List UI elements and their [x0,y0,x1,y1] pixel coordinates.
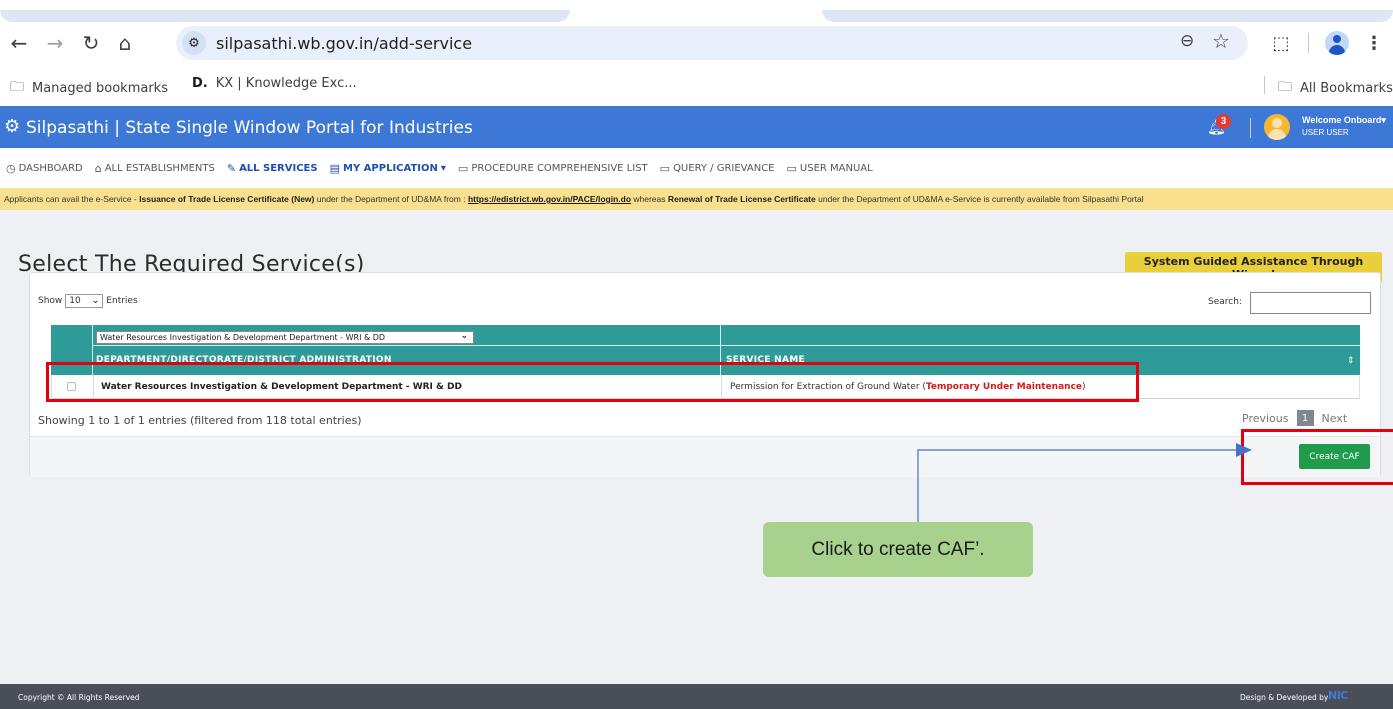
pagination-previous[interactable]: Previous [1242,412,1289,425]
highlight-box-row [46,362,1139,402]
notice-bold: Renewal of Trade License Certificate [667,194,816,204]
kx-favicon: D. [192,76,208,91]
building-icon: ⌂ [94,161,102,175]
menu-dashboard-label: DASHBOARD [18,162,83,174]
main-menu: ◷ DASHBOARD ⌂ ALL ESTABLISHMENTS ✎ ALL SERV… [0,148,1393,188]
notice-text: under the Department of UD&MA from : [314,194,468,204]
menu-my-application-label: MY APPLICATION [343,162,438,174]
search-input[interactable] [1250,292,1371,314]
notice-text: Applicants can avail the e-Service - [4,194,140,204]
site-footer: Copyright © All Rights Reserved Design &… [0,684,1393,709]
notice-banner: Applicants can avail the e-Service - Iss… [0,188,1393,210]
bookmarks-divider [1264,76,1265,94]
caret-down-icon: ▾ [440,162,446,174]
browser-tab-left[interactable] [0,10,570,22]
extensions-icon[interactable]: ⬚ [1266,28,1296,58]
sort-icon[interactable]: ⇕ [1347,355,1355,366]
callout-note: Click to create CAF’. [763,522,1033,577]
menu-dashboard[interactable]: ◷ DASHBOARD [6,162,83,175]
toolbar-divider [1307,33,1309,53]
reload-icon[interactable]: ↻ [76,28,106,58]
user-name: USER USER [1302,128,1349,137]
pagination-page-1[interactable]: 1 [1296,410,1314,426]
profile-icon [1325,31,1349,55]
search-label: Search: [1208,297,1242,307]
forward-arrow-icon[interactable]: → [40,28,70,58]
list-icon: ▭ [786,161,797,175]
wrench-icon: ✎ [226,161,237,175]
page-size-select[interactable]: 10 ⌄ [65,294,104,308]
browser-tabstrip [0,0,1393,22]
bookmarks-bar: 🗀 Managed bookmarks D. KX | Knowledge Ex… [0,64,1393,104]
address-url[interactable]: silpasathi.wb.gov.in/add-service [216,34,472,53]
menu-all-establishments-label: ALL ESTABLISHMENTS [104,162,215,174]
notification-bell[interactable]: 🔔︎ 3 [1207,114,1237,140]
welcome-text: Welcome Onboard [1302,115,1382,125]
header-row-divider [92,345,1360,346]
folder-icon: 🗀 [1278,79,1292,95]
menu-all-services[interactable]: ✎ ALL SERVICES [227,162,318,175]
footer-copyright: Copyright © All Rights Reserved [18,693,140,702]
menu-all-services-label: ALL SERVICES [239,162,318,174]
bookmark-kx[interactable]: D. KX | Knowledge Exc... [192,76,357,91]
kebab-menu-icon[interactable]: ⋮ [1362,28,1386,58]
department-filter-value: Water Resources Investigation & Developm… [100,333,386,342]
pagination: Previous 1 Next [1242,410,1347,426]
page-root: ← → ↻ ⌂ ⚙ silpasathi.wb.gov.in/add-servi… [0,0,1393,709]
bookmark-managed-label: Managed bookmarks [32,80,168,96]
menu-query-grievance[interactable]: ▭ QUERY / GRIEVANCE [660,162,775,175]
home-icon[interactable]: ⌂ [110,28,140,58]
address-bar[interactable]: ⚙ silpasathi.wb.gov.in/add-service ⊖ ☆ [176,26,1248,60]
menu-procedure-list-label: PROCEDURE COMPREHENSIVE LIST [471,162,648,174]
back-arrow-icon[interactable]: ← [4,28,34,58]
menu-query-grievance-label: QUERY / GRIEVANCE [673,162,775,174]
site-header: ⚙ Silpasathi | State Single Window Porta… [0,106,1393,148]
dashboard-icon: ◷ [6,161,16,175]
notice-bold: Issuance of Trade License Certificate (N… [139,194,315,204]
silpasathi-logo-icon[interactable]: ⚙ [4,116,20,137]
notice-link[interactable]: https://edistrict.wb.gov.in/PACE/login.d… [468,194,631,204]
caret-down-icon: ▾ [1381,115,1386,125]
menu-user-manual[interactable]: ▭ USER MANUAL [787,162,873,175]
list-icon: ▭ [659,161,671,175]
menu-user-manual-label: USER MANUAL [799,162,873,174]
list-icon: ▭ [457,161,469,175]
chevron-down-icon: ⌄ [460,331,468,341]
department-filter-select[interactable]: Water Resources Investigation & Developm… [96,331,474,344]
show-entries: Show 10 ⌄ Entries [38,294,138,308]
notification-badge: 3 [1216,114,1231,129]
site-info-icon[interactable]: ⚙ [182,31,206,55]
avatar[interactable] [1264,114,1290,140]
header-divider [1250,118,1251,138]
menu-all-establishments[interactable]: ⌂ ALL ESTABLISHMENTS [95,162,215,175]
user-menu[interactable]: Welcome Onboard▾ USER USER [1302,115,1386,137]
highlight-box-create [1241,429,1393,485]
notice-text: under the Department of UD&MA e-Service … [815,194,1144,204]
managed-folder-icon: 🗀 [10,79,24,95]
chevron-down-icon: ⌄ [91,296,100,306]
page-size-value: 10 [69,296,81,306]
showing-entries-info: Showing 1 to 1 of 1 entries (filtered fr… [38,414,362,427]
zoom-icon[interactable]: ⊖ [1180,31,1194,51]
bookmark-star-icon[interactable]: ☆ [1212,29,1230,53]
card-footer [30,436,1380,477]
show-label: Show [38,296,63,306]
menu-my-application[interactable]: ▤ MY APPLICATION ▾ [330,162,446,175]
bookmark-all[interactable]: 🗀 All Bookmarks [1278,76,1393,100]
pagination-next[interactable]: Next [1322,412,1348,425]
menu-procedure-list[interactable]: ▭ PROCEDURE COMPREHENSIVE LIST [458,162,648,175]
bookmark-managed[interactable]: 🗀 Managed bookmarks [10,76,168,100]
browser-toolbar: ← → ↻ ⌂ ⚙ silpasathi.wb.gov.in/add-servi… [0,22,1393,64]
site-title[interactable]: Silpasathi | State Single Window Portal … [26,118,473,138]
bookmark-kx-label: KX | Knowledge Exc... [215,76,357,91]
profile-button[interactable] [1322,28,1352,58]
bookmark-all-label: All Bookmarks [1300,80,1393,96]
footer-credit: Design & Developed by [1240,693,1329,702]
notice-text: whereas [631,194,668,204]
nic-logo[interactable]: NIC [1328,689,1348,702]
entries-label: Entries [106,296,138,306]
document-icon: ▤ [329,161,340,175]
browser-tab-right[interactable] [822,10,1393,22]
